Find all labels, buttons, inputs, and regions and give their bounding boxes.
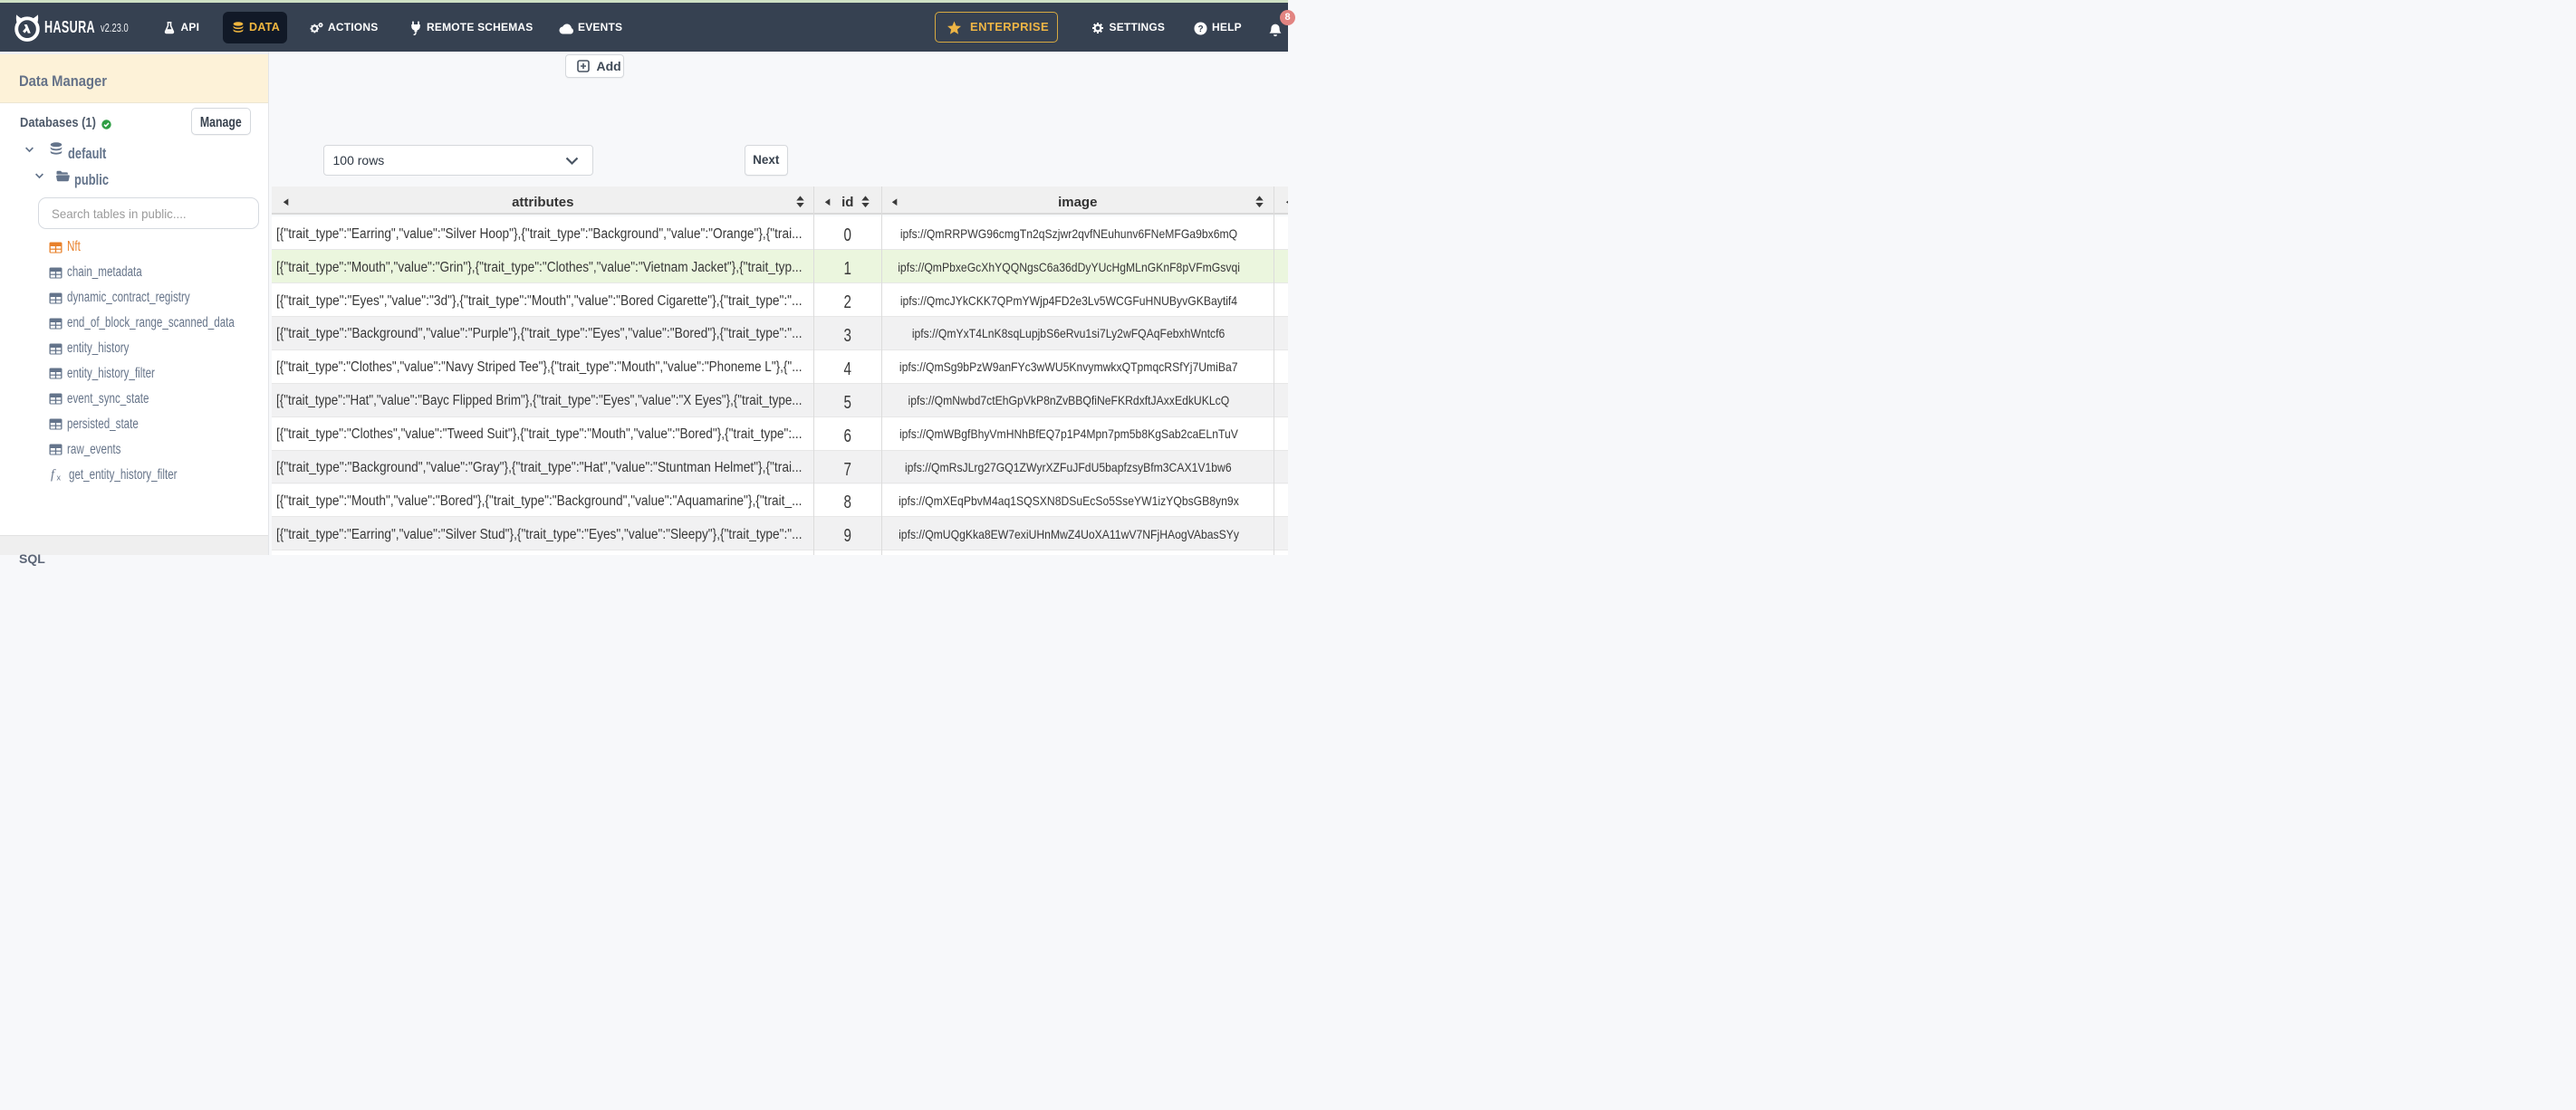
svg-text:x: x (57, 474, 62, 483)
svg-text:?: ? (1197, 24, 1203, 34)
svg-text:f: f (51, 468, 56, 482)
